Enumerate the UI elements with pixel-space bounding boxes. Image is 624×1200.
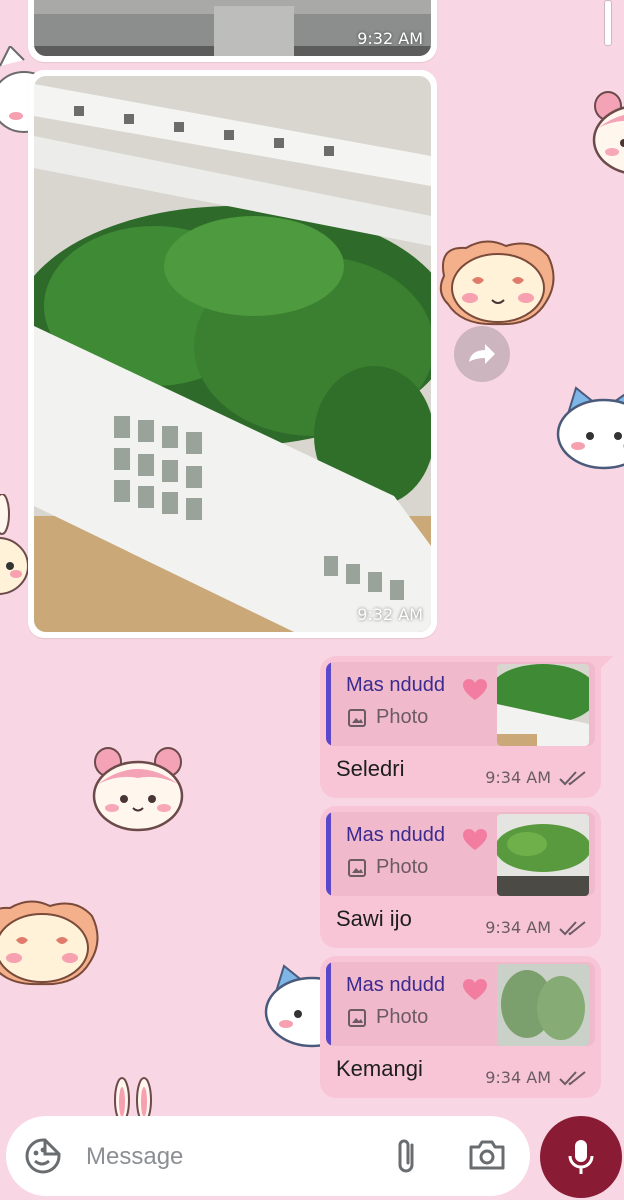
message-time: 9:32 AM xyxy=(357,29,423,48)
message-text: Sawi ijo xyxy=(336,906,412,931)
message-meta: 9:34 AM xyxy=(485,918,587,937)
forward-icon xyxy=(469,344,495,364)
incoming-photo-message[interactable]: 9:32 AM xyxy=(28,70,437,638)
reply-media-type: Photo xyxy=(348,856,428,879)
sticker-button[interactable] xyxy=(24,1137,62,1179)
lion-character-icon xyxy=(439,240,555,326)
reply-media-label: Photo xyxy=(376,1006,429,1028)
message-meta: 9:34 AM xyxy=(485,1068,587,1087)
reply-media-type: Photo xyxy=(348,706,428,729)
photo-icon xyxy=(348,1008,366,1027)
incoming-photo-message[interactable]: 9:32 AM xyxy=(28,0,437,62)
message-time: 9:34 AM xyxy=(485,918,551,937)
photo-icon xyxy=(348,858,366,877)
voice-record-button[interactable] xyxy=(540,1116,622,1198)
read-double-check-icon xyxy=(559,920,586,935)
message-text: Kemangi xyxy=(336,1056,423,1081)
scrollbar-thumb[interactable] xyxy=(604,0,612,46)
reply-media-label: Photo xyxy=(376,706,429,728)
hamster-character-icon xyxy=(92,747,184,832)
message-time: 9:34 AM xyxy=(485,1068,551,1087)
reply-thumbnail xyxy=(497,964,589,1046)
reply-author: Mas ndudd xyxy=(346,824,445,846)
quote-bar xyxy=(326,662,331,746)
message-text: Seledri xyxy=(336,756,405,781)
message-time: 9:34 AM xyxy=(485,768,551,787)
bubble-tail xyxy=(599,656,613,670)
sticker-icon xyxy=(25,1138,61,1174)
read-double-check-icon xyxy=(559,770,586,785)
message-time: 9:32 AM xyxy=(357,605,423,624)
heart-icon xyxy=(463,979,487,1000)
camera-button[interactable] xyxy=(468,1138,506,1176)
reply-author: Mas ndudd xyxy=(346,674,445,696)
reply-media-label: Photo xyxy=(376,856,429,878)
quote-bar xyxy=(326,812,331,896)
outgoing-reply-message[interactable]: Mas ndudd Photo Sawi ijo 9:34 AM xyxy=(320,806,601,948)
message-photo[interactable] xyxy=(34,76,431,632)
photo-icon xyxy=(348,708,366,727)
quote-bar xyxy=(326,962,331,1046)
heart-icon xyxy=(463,829,487,850)
reply-media-type: Photo xyxy=(348,1006,428,1029)
outgoing-reply-message[interactable]: Mas ndudd Photo Seledri 9:34 AM xyxy=(320,656,613,798)
reply-author: Mas ndudd xyxy=(346,974,445,996)
hamster-character-icon xyxy=(592,91,624,174)
reply-quote[interactable]: Mas ndudd Photo xyxy=(326,962,595,1046)
cat-character-icon xyxy=(556,386,624,470)
reply-thumbnail xyxy=(497,814,589,896)
reply-quote[interactable]: Mas ndudd Photo xyxy=(326,662,595,746)
reply-quote[interactable]: Mas ndudd Photo xyxy=(326,812,595,896)
message-input[interactable] xyxy=(84,1136,368,1178)
attach-button[interactable] xyxy=(390,1137,426,1179)
bunny-character-icon xyxy=(0,494,29,595)
camera-icon xyxy=(469,1140,505,1170)
outgoing-reply-message[interactable]: Mas ndudd Photo Kemangi 9:34 AM xyxy=(320,956,601,1098)
lion-character-icon xyxy=(0,900,99,986)
reply-thumbnail xyxy=(497,664,589,746)
forward-button[interactable] xyxy=(454,326,510,382)
microphone-icon xyxy=(568,1140,594,1174)
paperclip-icon xyxy=(398,1139,414,1173)
read-double-check-icon xyxy=(559,1070,586,1085)
message-composer xyxy=(6,1116,530,1196)
heart-icon xyxy=(463,679,487,700)
message-meta: 9:34 AM xyxy=(485,768,587,787)
